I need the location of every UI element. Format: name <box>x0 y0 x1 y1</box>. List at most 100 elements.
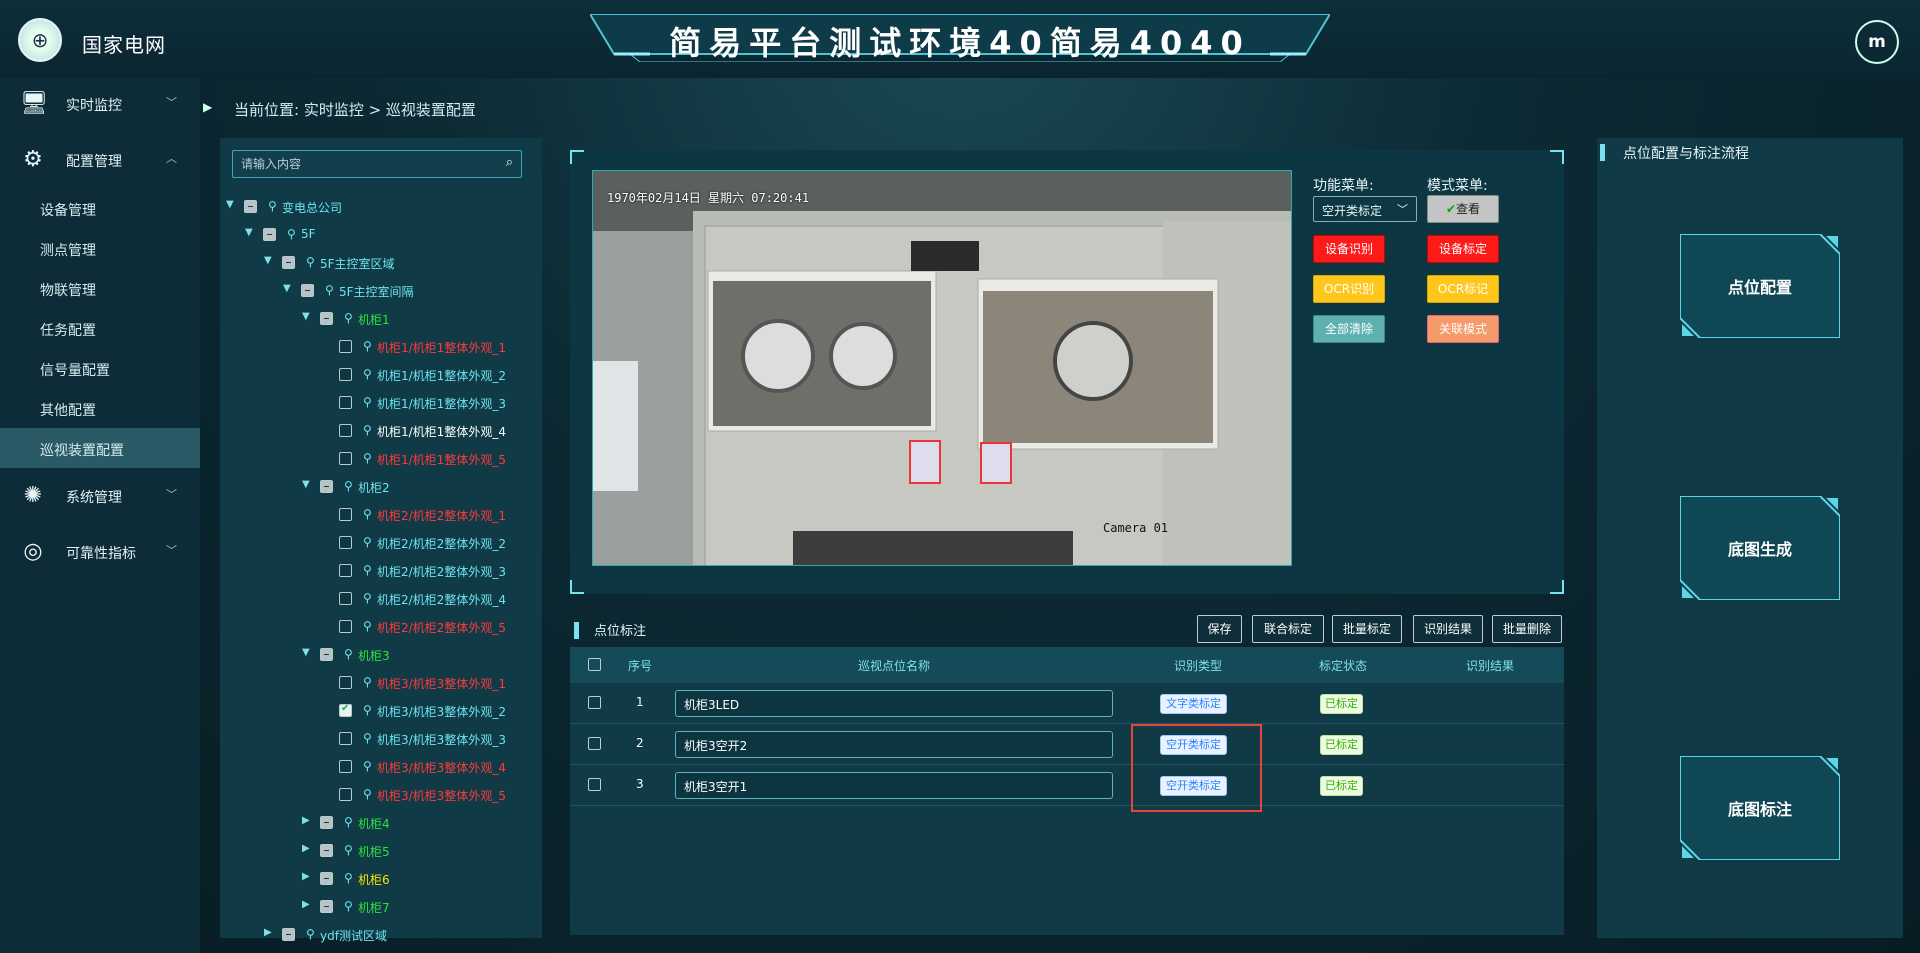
view-mode-button[interactable]: ✔查看 <box>1427 195 1499 223</box>
recognition-result-button[interactable]: 识别结果 <box>1413 615 1483 643</box>
flow-step-base-map-annotate[interactable]: 底图标注 <box>1680 756 1840 860</box>
sidebar-subitem-measure-point[interactable]: 测点管理 <box>0 228 200 268</box>
hierarchy-icon: ⚲ <box>363 731 372 745</box>
tree-node-checkbox[interactable] <box>339 592 352 605</box>
caret-right-icon[interactable]: ▶ <box>264 927 274 938</box>
tree-node-checkbox[interactable] <box>320 480 333 493</box>
search-icon[interactable]: ⌕ <box>506 155 513 170</box>
ocr-mark-button[interactable]: OCR标记 <box>1427 275 1499 303</box>
ocr-recognize-button[interactable]: OCR识别 <box>1313 275 1385 303</box>
hierarchy-icon: ⚲ <box>363 591 372 605</box>
recognition-type-tag: 文字类标定 <box>1160 694 1227 714</box>
chevron-down-icon: ﹀ <box>1397 203 1408 216</box>
tree-node-label: 机柜2/机柜2整体外观_3 <box>377 565 506 579</box>
tree-node-checkbox[interactable] <box>339 788 352 801</box>
tree-node-label: 机柜1 <box>358 313 390 327</box>
tree-node-checkbox[interactable] <box>339 732 352 745</box>
caret-right-icon[interactable]: ▶ <box>302 871 312 882</box>
hierarchy-icon: ⚲ <box>344 899 353 913</box>
select-all-checkbox[interactable] <box>588 658 601 671</box>
caret-down-icon[interactable]: ▼ <box>302 479 312 490</box>
row-index: 3 <box>636 777 644 791</box>
sidebar-item-config-management[interactable]: ⚙ 配置管理 ︿ <box>0 140 200 180</box>
point-name-input[interactable]: 机柜3LED <box>675 690 1113 717</box>
clear-all-button[interactable]: 全部清除 <box>1313 315 1385 343</box>
flow-step-label: 点位配置 <box>1727 278 1792 297</box>
tree-node-checkbox[interactable] <box>320 872 333 885</box>
tree-node-checkbox[interactable] <box>320 844 333 857</box>
device-calibrate-button[interactable]: 设备标定 <box>1427 235 1499 263</box>
sidebar-subitem-other[interactable]: 其他配置 <box>0 388 200 428</box>
frame-corner <box>570 580 584 594</box>
joint-calibrate-button[interactable]: 联合标定 <box>1252 615 1324 643</box>
tree-node-checkbox[interactable] <box>339 452 352 465</box>
function-select[interactable]: 空开类标定 ﹀ <box>1313 196 1417 222</box>
tree-node-checkbox[interactable] <box>339 424 352 437</box>
sidebar-subitem-iot[interactable]: 物联管理 <box>0 268 200 308</box>
batch-calibrate-button[interactable]: 批量标定 <box>1332 615 1402 643</box>
tree-node-checkbox[interactable] <box>320 900 333 913</box>
brand-name: 国家电网 <box>82 33 166 57</box>
tree-node-checkbox[interactable] <box>339 676 352 689</box>
sgcc-logo-icon: ⊕ <box>18 18 62 62</box>
collapse-sidebar-icon[interactable]: ▶ <box>203 100 213 116</box>
camera-video[interactable]: 1970年02月14日 星期六 07:20:41 Camera 01 <box>592 170 1292 566</box>
caret-down-icon[interactable]: ▼ <box>264 255 274 266</box>
frame-corner <box>570 150 584 164</box>
tree-node-checkbox[interactable] <box>244 200 257 213</box>
sidebar-subitem-label: 物联管理 <box>40 283 96 299</box>
caret-right-icon[interactable]: ▶ <box>302 899 312 910</box>
sidebar-subitem-signal[interactable]: 信号量配置 <box>0 348 200 388</box>
system-title: 简易平台测试环境40简易4040 <box>669 24 1251 62</box>
hierarchy-icon: ⚲ <box>363 423 372 437</box>
batch-delete-button[interactable]: 批量删除 <box>1492 615 1562 643</box>
caret-down-icon[interactable]: ▼ <box>226 199 236 210</box>
hierarchy-icon: ⚲ <box>363 787 372 801</box>
sidebar-item-system-management[interactable]: ✺ 系统管理 ﹀ <box>0 476 200 516</box>
sidebar-subitem-patrol-device[interactable]: 巡视装置配置 <box>0 428 200 468</box>
tree-node-checkbox[interactable] <box>339 703 352 717</box>
tree-node-checkbox[interactable] <box>339 340 352 353</box>
user-avatar[interactable]: m <box>1855 20 1899 64</box>
caret-down-icon[interactable]: ▼ <box>283 283 293 294</box>
row-checkbox[interactable] <box>588 778 601 791</box>
sidebar-subitem-label: 测点管理 <box>40 243 96 259</box>
point-name-input[interactable]: 机柜3空开2 <box>675 731 1113 758</box>
tree-node-checkbox[interactable] <box>320 816 333 829</box>
hierarchy-icon: ⚲ <box>363 675 372 689</box>
tree-node-checkbox[interactable] <box>339 368 352 381</box>
tree-node-checkbox[interactable] <box>339 536 352 549</box>
flow-step-point-config[interactable]: 点位配置 <box>1680 234 1840 338</box>
tree-node-checkbox[interactable] <box>301 284 314 297</box>
caret-down-icon[interactable]: ▼ <box>302 647 312 658</box>
sidebar-subitem-task[interactable]: 任务配置 <box>0 308 200 348</box>
tree-search-input[interactable] <box>233 151 483 177</box>
sidebar-item-reliability[interactable]: ◎ 可靠性指标 ﹀ <box>0 532 200 572</box>
point-name-input[interactable]: 机柜3空开1 <box>675 772 1113 799</box>
save-button[interactable]: 保存 <box>1197 615 1242 643</box>
tree-node-checkbox[interactable] <box>320 312 333 325</box>
link-mode-button[interactable]: 关联模式 <box>1427 315 1499 343</box>
tree-node-checkbox[interactable] <box>339 564 352 577</box>
caret-down-icon[interactable]: ▼ <box>245 227 255 238</box>
tree-node-checkbox[interactable] <box>282 256 295 269</box>
tree-node-checkbox[interactable] <box>339 760 352 773</box>
tree-node-checkbox[interactable] <box>282 928 295 941</box>
tree-node-checkbox[interactable] <box>320 648 333 661</box>
tree-node-checkbox[interactable] <box>263 228 276 241</box>
tree-node-checkbox[interactable] <box>339 396 352 409</box>
button-label: 查看 <box>1456 202 1481 216</box>
sidebar-item-realtime-monitor[interactable]: 🖥 实时监控 ﹀ <box>0 84 200 124</box>
tree-node-checkbox[interactable] <box>339 620 352 633</box>
sidebar-subitem-label: 任务配置 <box>40 323 96 339</box>
tree-node-checkbox[interactable] <box>339 508 352 521</box>
row-checkbox[interactable] <box>588 737 601 750</box>
caret-right-icon[interactable]: ▶ <box>302 843 312 854</box>
flow-step-base-map-generate[interactable]: 底图生成 <box>1680 496 1840 600</box>
row-checkbox[interactable] <box>588 696 601 709</box>
sidebar-item-label: 系统管理 <box>66 490 122 506</box>
sidebar-subitem-device[interactable]: 设备管理 <box>0 188 200 228</box>
caret-right-icon[interactable]: ▶ <box>302 815 312 826</box>
device-recognize-button[interactable]: 设备识别 <box>1313 235 1385 263</box>
caret-down-icon[interactable]: ▼ <box>302 311 312 322</box>
